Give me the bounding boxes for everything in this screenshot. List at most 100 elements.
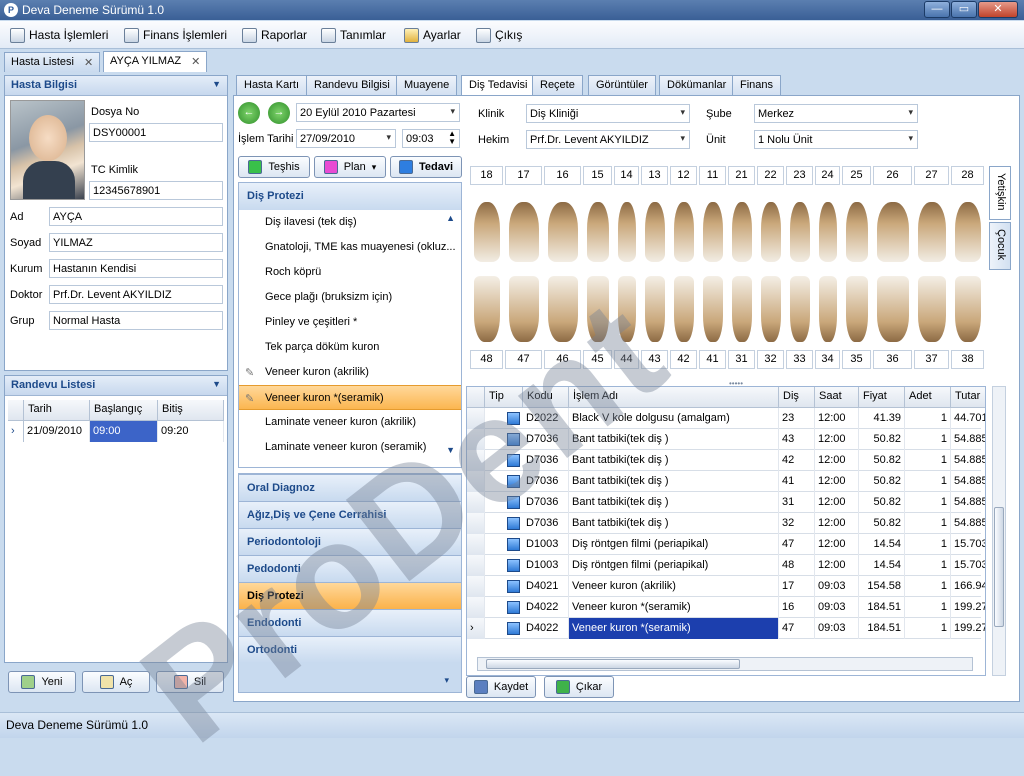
new-button[interactable]: Yeni [8,671,76,693]
menu-finance-ops[interactable]: Finans İşlemleri [124,26,227,44]
column-header[interactable]: Tutar [951,387,985,408]
tooth-number[interactable]: 23 [786,166,813,185]
tooth-number[interactable]: 46 [544,350,581,369]
treatment-item[interactable]: Gece plağı (bruksizm için) [239,285,461,310]
previous-day-icon[interactable]: ← [238,102,260,124]
category-endodontics[interactable]: Endodonti [239,609,461,636]
institution-field[interactable]: Hastanın Kendisi [49,259,223,278]
column-header[interactable]: Diş [779,387,815,408]
tooth-icon[interactable] [618,202,636,262]
row-header[interactable] [467,408,485,429]
unit-select[interactable]: 1 Nolu Ünit [754,130,918,149]
tooth-number[interactable]: 35 [842,350,871,369]
tooth-number[interactable]: 38 [951,350,984,369]
tooth-number[interactable]: 34 [815,350,840,369]
treatment-item[interactable]: Tek parça döküm kuron [239,335,461,360]
tooth-icon[interactable] [846,276,868,342]
category-prosthetics[interactable]: Diş Protezi [239,582,461,609]
tooth-number[interactable]: 48 [470,350,503,369]
name-field[interactable]: AYÇA [49,207,223,226]
scrollbar-thumb[interactable] [994,507,1004,627]
row-header[interactable] [467,513,485,534]
category-orthodontics[interactable]: Ortodonti [239,636,461,663]
treatment-item[interactable]: Diş ilavesi (tek diş) [239,210,461,235]
tab-patient-list[interactable]: Hasta Listesi ✕ [4,52,101,72]
tooth-icon[interactable] [587,276,609,342]
menu-patient-ops[interactable]: Hasta İşlemleri [10,26,108,44]
tooth-number[interactable]: 33 [786,350,813,369]
tooth-icon[interactable] [790,202,810,262]
scrollbar-thumb[interactable] [486,659,740,669]
tooth-icon[interactable] [761,202,781,262]
scroll-up-icon[interactable]: ▲ [446,213,455,223]
tooth-number[interactable]: 44 [614,350,639,369]
tooth-icon[interactable] [587,202,609,262]
table-row[interactable]: D4022 Veneer kuron *(seramik) 16 09:03 184.5… [467,597,985,618]
op-time-field[interactable]: 09:03 ▲ ▼ [402,129,460,148]
tooth-icon[interactable] [877,202,909,262]
row-header[interactable] [467,492,485,513]
table-row[interactable]: D7036 Bant tatbiki(tek diş ) 43 12:00 50.82 1… [467,429,985,450]
tooth-number[interactable]: 15 [583,166,612,185]
tooth-icon[interactable] [674,276,694,342]
table-row[interactable]: D7036 Bant tatbiki(tek diş ) 32 12:00 50.82 1… [467,513,985,534]
column-header[interactable]: Saat [815,387,859,408]
tooth-number[interactable]: 25 [842,166,871,185]
chevron-down-icon[interactable]: ▾ [372,162,377,173]
tooth-icon[interactable] [732,202,752,262]
physician-select[interactable]: Prf.Dr. Levent AKYILDIZ [526,130,690,149]
treatment-item[interactable]: Gnatoloji, TME kas muayenesi (okluz... [239,235,461,260]
menu-settings[interactable]: Ayarlar [404,26,461,44]
chevron-down-icon[interactable]: ▾ [444,675,449,686]
row-header[interactable] [467,597,485,618]
tooth-icon[interactable] [645,276,665,342]
tooth-number[interactable]: 11 [699,166,726,185]
tooth-number[interactable]: 42 [670,350,697,369]
table-row[interactable]: › D4022 Veneer kuron *(seramik) 47 09:03 184.… [467,618,985,639]
table-row[interactable]: D1003 Diş röntgen filmi (periapikal) 47 12:… [467,534,985,555]
category-pedodontics[interactable]: Pedodonti [239,555,461,582]
menu-exit[interactable]: Çıkış [476,26,522,44]
treat-button[interactable]: Tedavi [390,156,462,178]
row-header[interactable] [467,555,485,576]
treatment-item[interactable]: Laminate veneer kuron (akrilik) [239,410,461,435]
tab-images[interactable]: Görüntüler [588,75,656,95]
treatment-item[interactable]: ✎ Veneer kuron (akrilik) [239,360,461,385]
tab-patient-card[interactable]: Hasta Kartı [236,75,308,95]
table-row[interactable]: D4021 Veneer kuron (akrilik) 17 09:03 154.58… [467,576,985,597]
table-row[interactable]: 21/09/2010 09:00 09:20 [24,421,224,442]
surname-field[interactable]: YILMAZ [49,233,223,252]
tab-prescription[interactable]: Reçete [532,75,583,95]
tooth-icon[interactable] [703,276,723,342]
tooth-number[interactable]: 43 [641,350,668,369]
next-day-icon[interactable]: → [268,102,290,124]
close-window-button[interactable]: ✕ [978,1,1018,18]
tooth-icon[interactable] [674,202,694,262]
tooth-number[interactable]: 16 [544,166,581,185]
tooth-icon[interactable] [846,202,868,262]
doctor-field[interactable]: Prf.Dr. Levent AKYILDIZ [49,285,223,304]
tooth-number[interactable]: 32 [757,350,784,369]
tooth-number[interactable]: 31 [728,350,755,369]
table-row[interactable]: D7036 Bant tatbiki(tek diş ) 41 12:00 50.82 1… [467,471,985,492]
row-indicator-icon[interactable]: › [467,618,485,639]
tooth-number[interactable]: 45 [583,350,612,369]
tab-patient-record[interactable]: AYÇA YILMAZ ✕ [103,51,208,72]
tooth-number[interactable]: 21 [728,166,755,185]
tooth-number[interactable]: 24 [815,166,840,185]
treatment-item[interactable]: Roch köprü [239,260,461,285]
delete-button[interactable]: Sil [156,671,224,693]
pin-icon[interactable]: ▼ [212,379,221,389]
scroll-down-icon[interactable]: ▼ [446,445,455,455]
date-picker[interactable]: 20 Eylül 2010 Pazartesi [296,103,460,122]
remove-button[interactable]: Çıkar [544,676,614,698]
pin-icon[interactable]: ▼ [212,79,221,89]
tooth-icon[interactable] [955,276,981,342]
column-header[interactable]: Fiyat [859,387,905,408]
plan-button[interactable]: Plan ▾ [314,156,386,178]
column-header[interactable]: İşlem Adı [569,387,779,408]
tooth-number[interactable]: 17 [505,166,542,185]
tooth-number[interactable]: 28 [951,166,984,185]
vertical-scrollbar[interactable] [992,386,1006,676]
group-field[interactable]: Normal Hasta [49,311,223,330]
